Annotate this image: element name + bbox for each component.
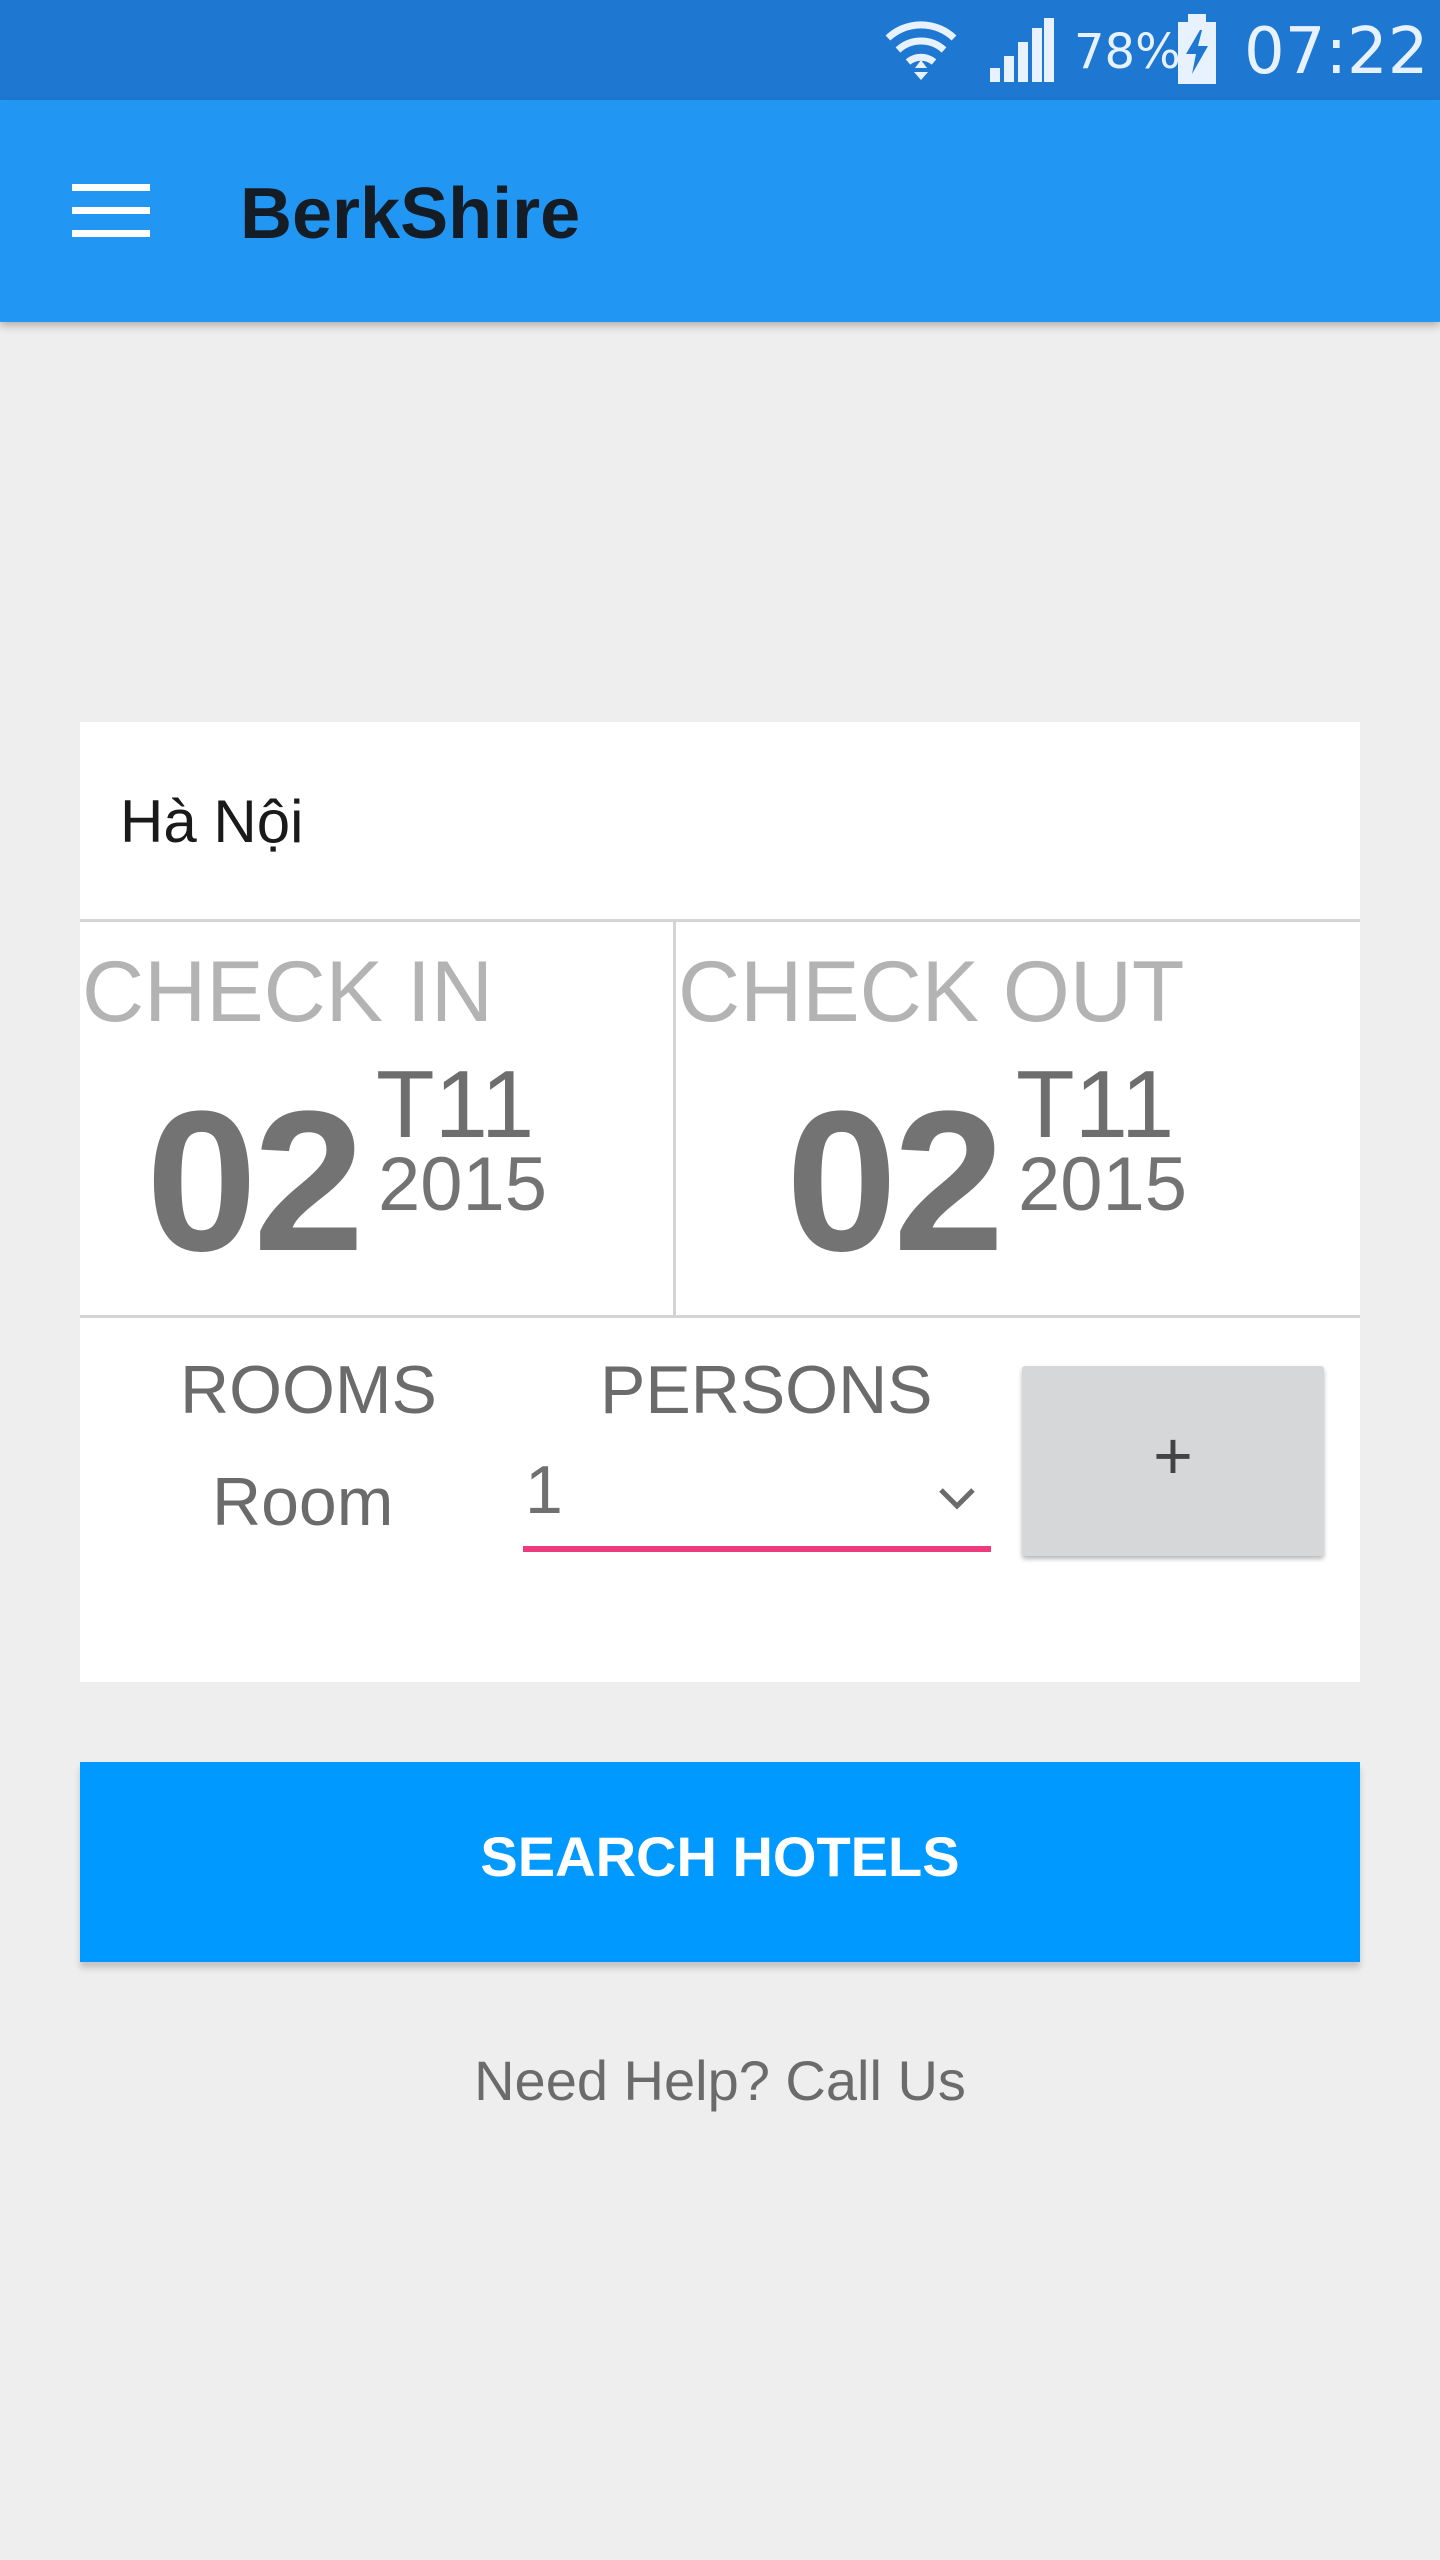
chevron-down-icon	[939, 1488, 975, 1510]
status-bar: 78% 07:22	[0, 0, 1440, 100]
add-button-label: +	[1153, 1418, 1193, 1494]
add-room-button[interactable]: +	[1022, 1366, 1324, 1556]
signal-icon	[990, 18, 1054, 82]
check-out-date-picker[interactable]: CHECK OUT 02 T11 2015	[676, 922, 1360, 1318]
search-button-label: SEARCH HOTELS	[480, 1825, 960, 1888]
search-form-card: Hà Nội CHECK IN 02 T11 2015 CHECK OUT 02…	[80, 722, 1360, 1682]
destination-value: Hà Nội	[120, 788, 304, 855]
check-in-day: 02	[146, 1070, 364, 1293]
app-bar: BerkShire	[0, 100, 1440, 322]
check-out-day: 02	[786, 1070, 1004, 1293]
check-out-label: CHECK OUT	[678, 944, 1185, 1040]
hamburger-menu-icon	[72, 184, 150, 237]
battery-percent: 78%	[1074, 24, 1181, 80]
persons-value: 1	[525, 1452, 563, 1528]
rooms-label: ROOMS	[180, 1352, 437, 1428]
help-call-link[interactable]: Need Help? Call Us	[0, 2046, 1440, 2116]
check-in-date-picker[interactable]: CHECK IN 02 T11 2015	[80, 922, 676, 1318]
persons-label: PERSONS	[600, 1352, 933, 1428]
battery-charging-icon	[1178, 14, 1216, 84]
menu-button[interactable]	[72, 180, 150, 240]
persons-select[interactable]: 1	[523, 1442, 991, 1552]
destination-field[interactable]: Hà Nội	[80, 722, 1360, 922]
search-hotels-button[interactable]: SEARCH HOTELS	[80, 1762, 1360, 1962]
room-value: Room	[212, 1464, 394, 1540]
check-in-label: CHECK IN	[82, 944, 493, 1040]
check-out-year: 2015	[1018, 1142, 1188, 1227]
wifi-icon	[885, 21, 957, 80]
check-in-year: 2015	[378, 1142, 548, 1227]
clock-time: 07:22	[1244, 15, 1429, 89]
app-title: BerkShire	[240, 174, 581, 254]
